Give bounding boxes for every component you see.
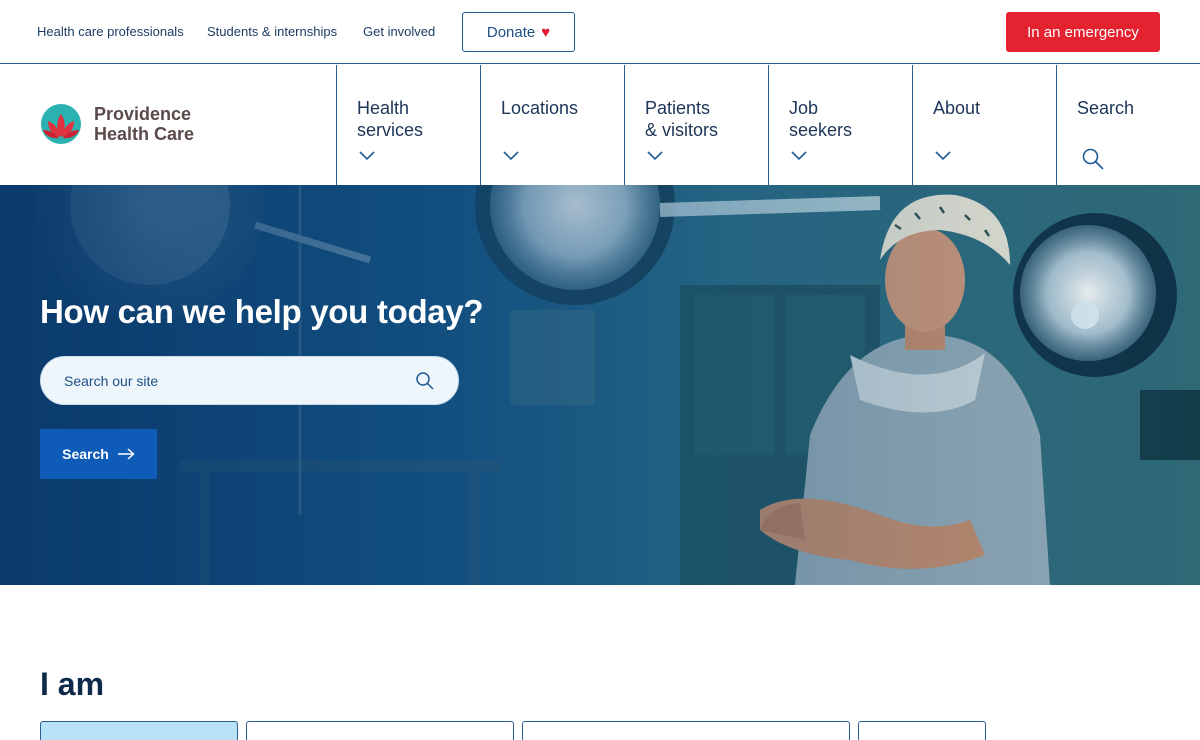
donate-label: Donate <box>486 23 536 41</box>
hero-section: How can we help you today? Search <box>0 185 1200 585</box>
search-button-label: Search <box>62 446 109 462</box>
utility-bar: Health care professionals Students & int… <box>0 0 1200 64</box>
chevron-down-icon <box>791 151 807 161</box>
site-search-input[interactable] <box>64 369 404 393</box>
site-search-box <box>40 356 459 405</box>
nav-label: services <box>357 120 424 140</box>
chevron-down-icon <box>647 151 663 161</box>
nav-label: About <box>933 98 981 118</box>
lotus-logo-icon <box>41 104 81 144</box>
nav-health-services[interactable]: Health services <box>336 65 480 185</box>
nav-label: & visitors <box>645 120 719 140</box>
arrow-right-icon <box>117 448 135 460</box>
students-internships-link[interactable]: Students & internships <box>207 24 337 39</box>
nav-label: Search <box>1077 98 1135 118</box>
search-icon <box>1082 148 1104 170</box>
nav-label: Job <box>789 98 819 118</box>
chevron-down-icon <box>359 151 375 161</box>
i-am-option-card[interactable] <box>40 721 238 740</box>
nav-label: Health <box>357 98 410 118</box>
nav-label: Locations <box>501 98 579 118</box>
chevron-down-icon <box>503 151 519 161</box>
get-involved-link[interactable]: Get involved <box>363 24 435 39</box>
main-navigation: Providence Health Care Health services L… <box>0 65 1200 185</box>
logo[interactable]: Providence Health Care <box>40 103 194 145</box>
donate-button[interactable]: Donate ♥ <box>462 12 575 52</box>
logo-line-1: Providence <box>94 104 192 124</box>
hero-title: How can we help you today? <box>40 293 484 330</box>
nav-patients-visitors[interactable]: Patients & visitors <box>624 65 768 185</box>
i-am-heading: I am <box>40 666 105 702</box>
health-care-professionals-link[interactable]: Health care professionals <box>37 24 184 39</box>
emergency-button[interactable]: In an emergency <box>1006 12 1160 52</box>
i-am-option-card[interactable] <box>858 721 986 740</box>
nav-search[interactable]: Search <box>1056 65 1200 185</box>
chevron-down-icon <box>935 151 951 161</box>
logo-line-2: Health Care <box>94 124 195 144</box>
heart-icon: ♥ <box>541 23 551 41</box>
nav-job-seekers[interactable]: Job seekers <box>768 65 912 185</box>
nav-locations[interactable]: Locations <box>480 65 624 185</box>
search-submit-button[interactable]: Search <box>40 429 157 479</box>
i-am-option-card[interactable] <box>246 721 514 740</box>
nav-about[interactable]: About <box>912 65 1056 185</box>
nav-label: seekers <box>789 120 853 140</box>
search-icon[interactable] <box>415 371 435 391</box>
nav-label: Patients <box>645 98 711 118</box>
i-am-option-card[interactable] <box>522 721 850 740</box>
